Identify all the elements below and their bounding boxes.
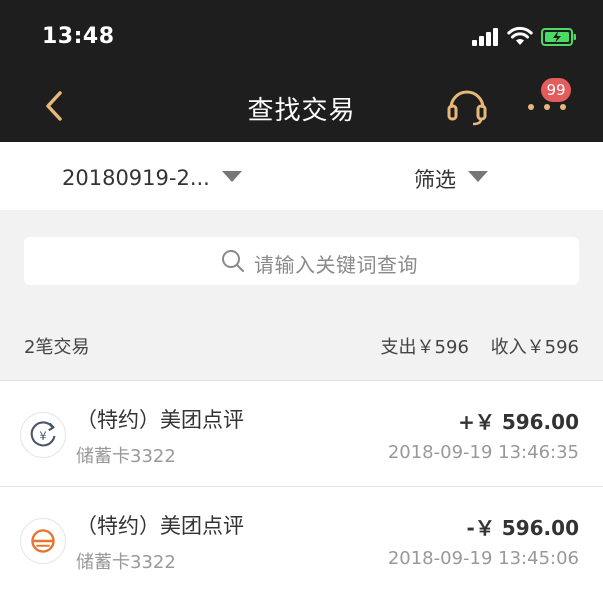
notification-badge: 99 <box>541 78 571 102</box>
income-total: 收入￥596 <box>490 337 579 358</box>
search-placeholder: 请输入关键词查询 <box>254 253 418 277</box>
transaction-count: 2笔交易 <box>24 337 90 358</box>
page-title: 查找交易 <box>247 96 356 126</box>
filter-bar: 20180919-2... 筛选 <box>0 142 603 210</box>
refund-yuan-icon: ¥ <box>20 412 66 458</box>
expense-total: 支出￥596 <box>380 337 469 358</box>
transaction-time: 2018-09-19 13:46:35 <box>387 442 579 463</box>
search-input[interactable]: 请输入关键词查询 <box>24 237 579 285</box>
wifi-icon <box>507 26 533 45</box>
date-range-selector[interactable]: 20180919-2... <box>62 166 210 190</box>
transaction-row[interactable]: （特约）美团点评 储蓄卡3322 -￥ 596.00 2018-09-19 13… <box>0 486 603 592</box>
transaction-summary: 2笔交易 支出￥596 收入￥596 <box>0 310 603 380</box>
transaction-time: 2018-09-19 13:45:06 <box>387 548 579 569</box>
transaction-list: ¥ （特约）美团点评 储蓄卡3322 +￥ 596.00 2018-09-19 … <box>0 380 603 592</box>
transaction-amount: -￥ 596.00 <box>466 516 579 540</box>
customer-service-headset-icon[interactable] <box>446 86 488 126</box>
filter-button[interactable]: 筛选 <box>414 164 456 194</box>
status-time: 13:48 <box>42 24 115 49</box>
merchant-name: （特约）美团点评 <box>76 408 244 432</box>
date-range-dropdown-arrow-icon[interactable] <box>222 171 242 182</box>
merchant-name: （特约）美团点评 <box>76 514 244 538</box>
search-icon <box>222 250 244 272</box>
svg-text:¥: ¥ <box>39 429 46 443</box>
transaction-row[interactable]: ¥ （特约）美团点评 储蓄卡3322 +￥ 596.00 2018-09-19 … <box>0 380 603 486</box>
battery-charging-icon <box>541 28 576 46</box>
account-name: 储蓄卡3322 <box>76 552 176 573</box>
status-bar: 13:48 <box>0 0 603 70</box>
signal-strength-icon <box>472 28 500 46</box>
meituan-logo-icon <box>20 518 66 564</box>
nav-bar: 查找交易 <box>0 70 603 142</box>
account-name: 储蓄卡3322 <box>76 446 176 467</box>
summary-totals: 支出￥596 收入￥596 <box>381 333 579 359</box>
filter-dropdown-arrow-icon[interactable] <box>468 171 488 182</box>
transaction-amount: +￥ 596.00 <box>458 410 579 434</box>
